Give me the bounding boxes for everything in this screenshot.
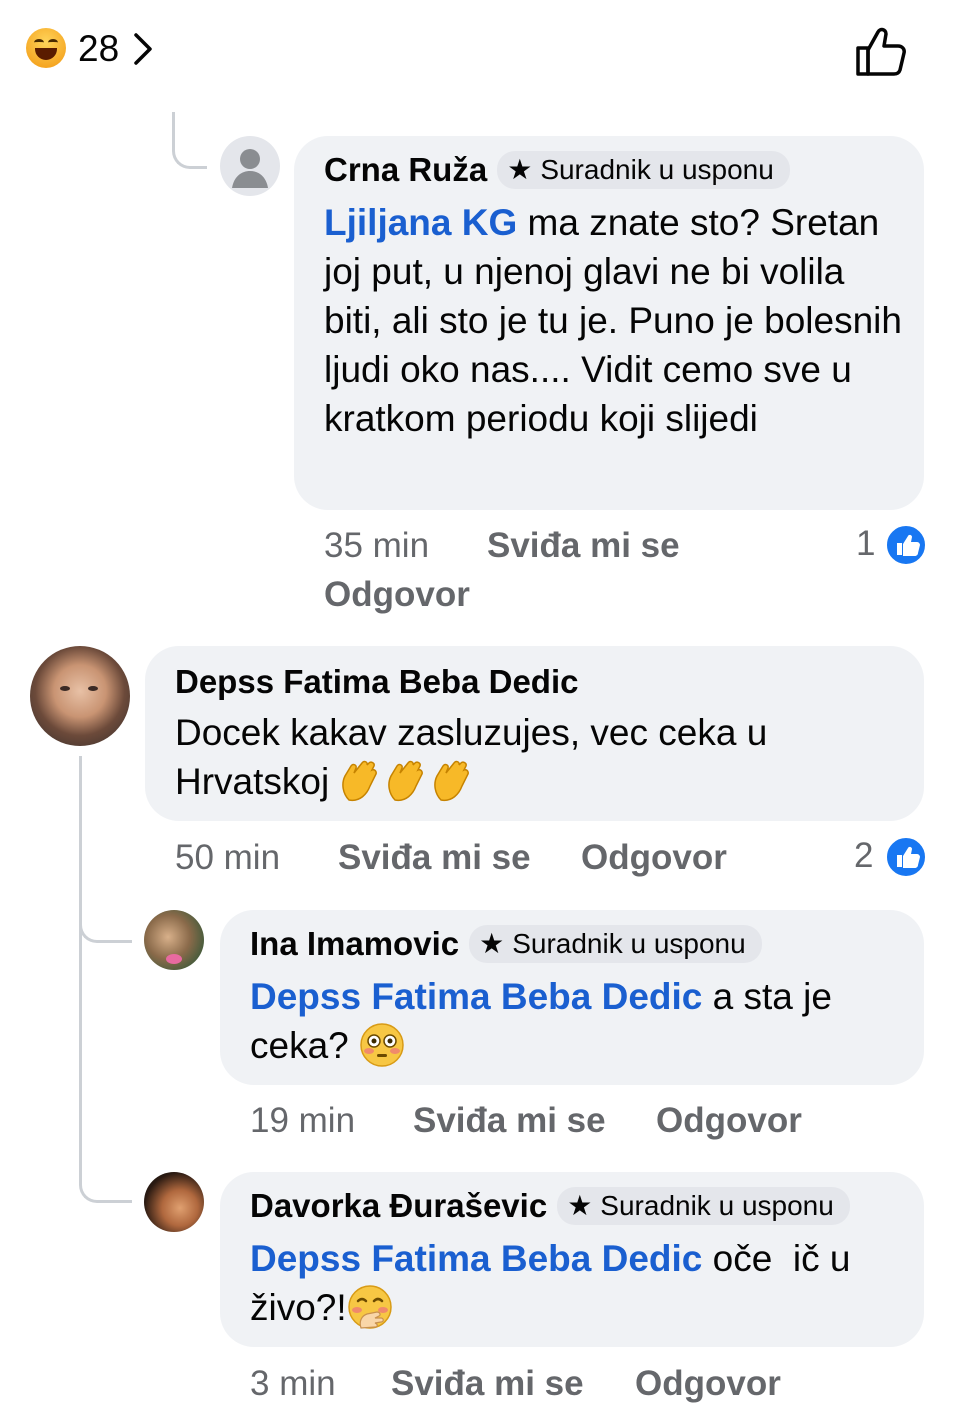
avatar[interactable] xyxy=(144,1172,204,1232)
badge-label: Suradnik u usponu xyxy=(540,154,774,185)
like-count[interactable]: 1 xyxy=(856,522,875,566)
reply-button[interactable]: Odgovor xyxy=(656,1099,802,1143)
default-user-icon xyxy=(232,149,268,188)
clapping-hands-icon xyxy=(434,760,470,802)
avatar[interactable] xyxy=(144,910,204,970)
star-icon: ★ xyxy=(507,154,533,185)
comment-text: Docek kakav zasluzujes, vec ceka u Hrvat… xyxy=(175,708,915,806)
contributor-badge: ★ Suradnik u usponu xyxy=(497,151,790,189)
badge-label: Suradnik u usponu xyxy=(512,928,746,959)
comment-text: Depss Fatima Beba Dedic a sta je ceka? xyxy=(250,972,910,1070)
thread-line xyxy=(79,756,82,1176)
laughing-reaction-icon[interactable] xyxy=(26,28,66,68)
comment-bubble: Depss Fatima Beba Dedic Docek kakav zasl… xyxy=(145,646,924,821)
mention-link[interactable]: Depss Fatima Beba Dedic xyxy=(250,976,702,1017)
star-icon: ★ xyxy=(479,928,505,959)
clapping-hands-icon xyxy=(388,760,424,802)
reply-button[interactable]: Odgovor xyxy=(635,1362,781,1406)
mention-link[interactable]: Ljiljana KG xyxy=(324,202,517,243)
comment-text-line: Docek kakav zasluzujes, vec ceka u xyxy=(175,712,768,753)
comment-bubble: Ina Imamovic ★ Suradnik u usponu Depss F… xyxy=(220,910,924,1085)
comment-bubble: Davorka Đuraševic ★ Suradnik u usponu De… xyxy=(220,1172,924,1347)
reply-button[interactable]: Odgovor xyxy=(581,836,727,880)
like-button[interactable]: Sviđa mi se xyxy=(338,836,531,880)
comment-text: Depss Fatima Beba Dedic oče ič u živo?! xyxy=(250,1234,910,1332)
like-button[interactable]: Sviđa mi se xyxy=(413,1099,606,1143)
comment-time: 3 min xyxy=(250,1364,336,1403)
badge-label: Suradnik u usponu xyxy=(600,1190,834,1221)
comment-text-line: ceka? xyxy=(250,1025,360,1066)
comment-time: 35 min xyxy=(324,526,430,565)
thread-connector xyxy=(172,112,207,169)
comment-time: 19 min xyxy=(250,1101,356,1140)
star-icon: ★ xyxy=(567,1190,593,1221)
clapping-hands-icon xyxy=(342,760,378,802)
comment-text-line: živo?! xyxy=(250,1287,347,1328)
thread-connector xyxy=(79,1160,132,1203)
reply-button[interactable]: Odgovor xyxy=(324,573,470,617)
comment-text-line: oče ič u xyxy=(702,1238,851,1279)
contributor-badge: ★ Suradnik u usponu xyxy=(469,925,762,963)
mention-link[interactable]: Depss Fatima Beba Dedic xyxy=(250,1238,702,1279)
comment-time: 50 min xyxy=(175,838,281,877)
thread-connector xyxy=(79,900,132,943)
comment-author[interactable]: Crna Ruža xyxy=(324,150,487,190)
avatar[interactable] xyxy=(30,646,130,746)
comment-author[interactable]: Ina Imamovic xyxy=(250,924,459,964)
flushed-face-icon xyxy=(360,1023,404,1067)
contributor-badge: ★ Suradnik u usponu xyxy=(557,1187,850,1225)
thumbs-up-icon[interactable] xyxy=(885,524,927,566)
comment-author[interactable]: Davorka Đuraševic xyxy=(250,1186,547,1226)
hand-over-mouth-face-icon xyxy=(347,1285,392,1329)
avatar-placeholder[interactable] xyxy=(220,136,280,196)
comment-author[interactable]: Depss Fatima Beba Dedic xyxy=(175,662,578,702)
comment-text-line: Hrvatskoj xyxy=(175,761,340,802)
thumbs-up-icon[interactable] xyxy=(885,836,927,878)
like-button[interactable]: Sviđa mi se xyxy=(391,1362,584,1406)
like-outline-icon[interactable] xyxy=(852,24,908,78)
comment-text-line: a sta je xyxy=(702,976,832,1017)
like-button[interactable]: Sviđa mi se xyxy=(487,524,680,568)
comment-bubble: Crna Ruža ★ Suradnik u usponu Ljiljana K… xyxy=(294,136,924,510)
like-count[interactable]: 2 xyxy=(854,834,873,878)
chevron-right-icon[interactable] xyxy=(132,32,154,66)
comment-text: Ljiljana KG ma znate sto? Sretan joj put… xyxy=(324,198,909,443)
reaction-count[interactable]: 28 xyxy=(78,28,119,70)
